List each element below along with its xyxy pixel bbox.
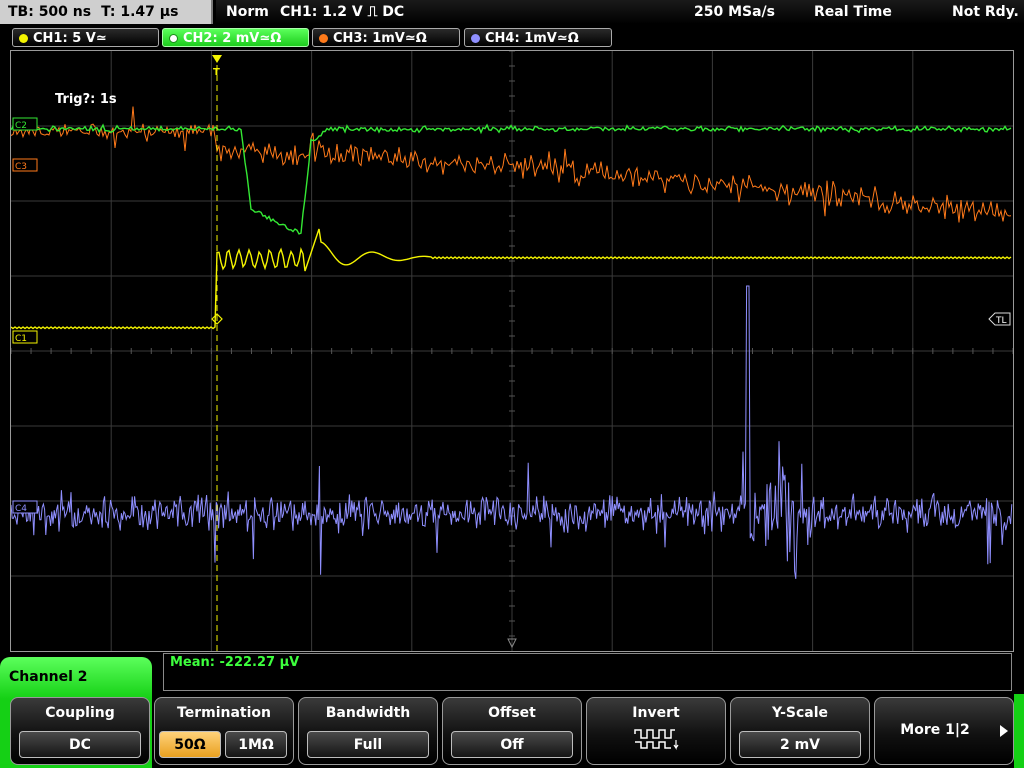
measurement-bar[interactable]: Mean: -222.27 µV — [163, 653, 1012, 691]
graticule-grid — [11, 51, 1013, 651]
channel-4-dot-icon — [471, 34, 480, 43]
acquisition-mode[interactable]: Real Time — [814, 0, 892, 24]
invert-title: Invert — [632, 705, 680, 721]
channel-2-tab[interactable]: CH2: 2 mV≃Ω — [162, 28, 309, 47]
trigger-level-label: TL — [995, 316, 1007, 326]
channel-3-tab[interactable]: CH3: 1mV≃Ω — [312, 28, 460, 47]
waveform-traces — [11, 106, 1013, 579]
channel-1-dot-icon — [19, 34, 28, 43]
offset-title: Offset — [488, 705, 536, 721]
timebase-box[interactable]: TB: 500 ns T: 1.47 µs — [0, 0, 213, 24]
channel-3-label: CH3: 1mV≃Ω — [333, 31, 427, 46]
coupling-softkey[interactable]: Coupling DC — [10, 697, 150, 765]
channel-color-edge — [1014, 694, 1024, 768]
termination-50ohm-option[interactable]: 50Ω — [159, 731, 221, 758]
channel-3-dot-icon — [319, 34, 328, 43]
trigger-status: Not Rdy. — [952, 4, 1019, 20]
more-label: More 1|2 — [900, 722, 970, 738]
offset-value[interactable]: Off — [451, 731, 573, 758]
trigger-info[interactable]: CH1: 1.2 V ⎍ DC — [280, 0, 404, 24]
bandwidth-value[interactable]: Full — [307, 731, 429, 758]
trigger-time-value: T: 1.47 µs — [101, 4, 179, 20]
acquisition-strip: Norm CH1: 1.2 V ⎍ DC 250 MSa/s Real Time… — [216, 0, 1024, 24]
yscale-value[interactable]: 2 mV — [739, 731, 861, 758]
menu-channel-label: Channel 2 — [0, 657, 152, 699]
yscale-softkey[interactable]: Y-Scale 2 mV — [730, 697, 870, 765]
trigger-marker-label: T — [213, 67, 220, 78]
termination-softkey[interactable]: Termination 50Ω 1MΩ — [154, 697, 294, 765]
channel-4-label: CH4: 1mV≃Ω — [485, 31, 579, 46]
termination-1mohm-option[interactable]: 1MΩ — [225, 731, 287, 758]
trigger-marker-icon — [212, 55, 222, 63]
next-page-arrow-icon — [1000, 725, 1008, 737]
bandwidth-softkey[interactable]: Bandwidth Full — [298, 697, 438, 765]
trigger-mode[interactable]: Norm — [226, 0, 269, 24]
waveform-canvas: T C2 C3 C1 C4 TL Trig?: 1s — [11, 51, 1013, 651]
more-softkey[interactable]: More 1|2 — [874, 697, 1014, 765]
coupling-title: Coupling — [45, 705, 115, 721]
timebase-value: TB: 500 ns — [8, 4, 92, 20]
mean-measurement: Mean: -222.27 µV — [170, 655, 300, 670]
channel-1-tab[interactable]: CH1: 5 V≃ — [12, 28, 159, 47]
sample-rate[interactable]: 250 MSa/s — [694, 0, 775, 24]
channel-4-offset-marker: C4 — [15, 504, 27, 514]
channel-1-label: CH1: 5 V≃ — [33, 31, 107, 46]
channel-2-offset-marker: C2 — [15, 121, 27, 131]
invert-waveform-icon — [634, 729, 679, 750]
yscale-title: Y-Scale — [771, 705, 828, 721]
trigger-annotation: Trig?: 1s — [55, 92, 117, 107]
channel-4-tab[interactable]: CH4: 1mV≃Ω — [464, 28, 612, 47]
channel-2-label: CH2: 2 mV≃Ω — [183, 31, 282, 46]
invert-softkey[interactable]: Invert — [586, 697, 726, 765]
termination-title: Termination — [177, 705, 271, 721]
offset-softkey[interactable]: Offset Off — [442, 697, 582, 765]
coupling-value[interactable]: DC — [19, 731, 141, 758]
channel-2-dot-icon — [169, 34, 178, 43]
channel-1-offset-marker: C1 — [15, 334, 27, 344]
waveform-display[interactable]: T C2 C3 C1 C4 TL Trig?: 1s — [10, 50, 1014, 652]
bandwidth-title: Bandwidth — [325, 705, 411, 721]
channel-3-offset-marker: C3 — [15, 162, 27, 172]
